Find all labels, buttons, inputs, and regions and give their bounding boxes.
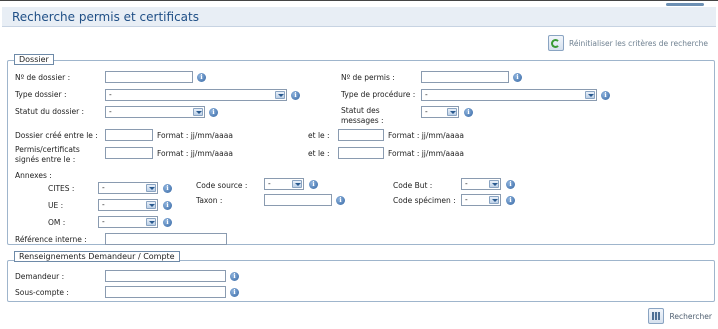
reset-criteria-label: Réinitialiser les critères de recherche [568, 38, 708, 48]
chevron-down-icon [146, 184, 156, 192]
et-le-label: et le : [308, 131, 330, 140]
type-dossier-value: - [109, 90, 112, 99]
no-permis-input[interactable] [421, 71, 509, 83]
type-dossier-label: Type dossier : [15, 90, 67, 99]
info-icon[interactable]: i [601, 91, 610, 100]
ue-select[interactable]: - [98, 199, 158, 211]
info-icon[interactable]: i [230, 272, 239, 281]
demandeur-legend: Renseignements Demandeur / Compte [14, 251, 180, 262]
code-source-label: Code source : [196, 181, 248, 190]
format-hint: Format : jj/mm/aaaa [388, 131, 464, 140]
code-but-label: Code But : [393, 181, 433, 190]
statut-messages-value: - [425, 107, 428, 116]
cites-select[interactable]: - [98, 182, 158, 194]
taxon-label: Taxon : [196, 196, 223, 205]
et-le-label: et le : [308, 149, 330, 158]
type-procedure-select[interactable]: - [421, 89, 597, 101]
no-permis-label: Nº de permis : [341, 73, 395, 82]
search-button[interactable]: Rechercher [647, 307, 712, 325]
code-but-value: - [465, 179, 468, 188]
statut-messages-label-1: Statut des [341, 106, 380, 115]
calculator-icon [647, 308, 664, 324]
chevron-down-icon [489, 180, 499, 188]
chevron-down-icon [193, 108, 203, 116]
info-icon[interactable]: i [336, 196, 345, 205]
info-icon[interactable]: i [230, 288, 239, 297]
refresh-icon [547, 35, 564, 51]
info-icon[interactable]: i [464, 108, 473, 117]
info-icon[interactable]: i [163, 218, 172, 227]
statut-dossier-label: Statut du dossier : [15, 107, 85, 116]
cree-fin-input[interactable] [338, 129, 384, 141]
statut-messages-select[interactable]: - [421, 106, 459, 118]
info-icon[interactable]: i [513, 73, 522, 82]
info-icon[interactable]: i [163, 184, 172, 193]
signes-fin-input[interactable] [338, 147, 384, 159]
ue-label: UE : [48, 201, 64, 210]
reset-criteria-button[interactable]: Réinitialiser les critères de recherche [547, 34, 708, 52]
info-icon[interactable]: i [291, 91, 300, 100]
info-icon[interactable]: i [209, 108, 218, 117]
cites-label: CITES : [48, 184, 75, 193]
format-hint: Format : jj/mm/aaaa [388, 149, 464, 158]
search-label: Rechercher [669, 311, 712, 321]
code-specimen-value: - [465, 195, 468, 204]
chevron-down-icon [146, 201, 156, 209]
code-but-select[interactable]: - [461, 178, 501, 190]
signes-label-1: Permis/certificats [15, 145, 80, 154]
info-icon[interactable]: i [309, 180, 318, 189]
reference-interne-label: Référence interne : [15, 235, 87, 244]
info-icon[interactable]: i [506, 196, 515, 205]
reference-interne-input[interactable] [105, 233, 227, 245]
annexes-label: Annexes : [15, 171, 52, 180]
info-icon[interactable]: i [197, 73, 206, 82]
code-source-value: - [268, 179, 271, 188]
chevron-down-icon [275, 91, 285, 99]
type-procedure-value: - [425, 90, 428, 99]
statut-messages-label-2: messages : [341, 116, 384, 125]
chevron-down-icon [292, 180, 302, 188]
chevron-down-icon [585, 91, 595, 99]
page-title: Recherche permis et certificats [12, 10, 199, 24]
sous-compte-input[interactable] [105, 286, 226, 298]
top-border [0, 0, 718, 6]
statut-dossier-value: - [109, 107, 112, 116]
code-specimen-select[interactable]: - [461, 194, 501, 206]
signes-label-2: signés entre le : [15, 155, 76, 164]
no-dossier-input[interactable] [105, 71, 193, 83]
code-specimen-label: Code spécimen : [393, 196, 456, 205]
no-dossier-label: Nº de dossier : [15, 73, 71, 82]
sous-compte-label: Sous-compte : [15, 288, 69, 297]
chevron-down-icon [146, 218, 156, 226]
demandeur-input[interactable] [105, 270, 226, 282]
info-icon[interactable]: i [506, 180, 515, 189]
taxon-input[interactable] [264, 194, 332, 206]
chevron-down-icon [489, 196, 499, 204]
cites-value: - [102, 183, 105, 192]
cree-debut-input[interactable] [105, 129, 153, 141]
info-icon[interactable]: i [163, 201, 172, 210]
om-label: OM : [48, 218, 66, 227]
ue-value: - [102, 200, 105, 209]
code-source-select[interactable]: - [264, 178, 304, 190]
type-procedure-label: Type de procédure : [341, 90, 416, 99]
statut-dossier-select[interactable]: - [105, 106, 205, 118]
om-value: - [102, 217, 105, 226]
signes-debut-input[interactable] [105, 147, 153, 159]
chevron-down-icon [447, 108, 457, 116]
type-dossier-select[interactable]: - [105, 89, 287, 101]
dossier-legend: Dossier [14, 54, 54, 65]
format-hint: Format : jj/mm/aaaa [157, 149, 233, 158]
om-select[interactable]: - [98, 216, 158, 228]
demandeur-label: Demandeur : [15, 272, 65, 281]
cree-entre-label: Dossier créé entre le : [15, 131, 98, 140]
format-hint: Format : jj/mm/aaaa [157, 131, 233, 140]
